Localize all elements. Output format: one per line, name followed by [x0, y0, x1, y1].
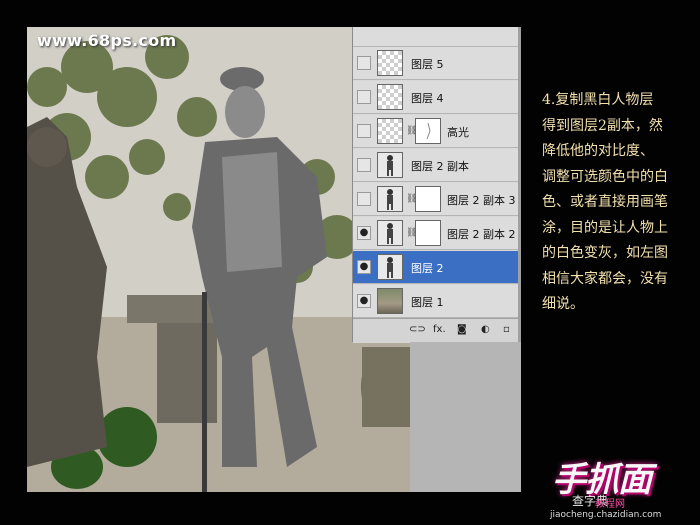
description-line: 涂，目的是让人物上 — [542, 219, 668, 236]
visibility-eye-icon[interactable] — [357, 56, 371, 70]
layer-thumbnail — [377, 50, 403, 76]
new-layer-icon[interactable]: ▫ — [503, 324, 510, 335]
description-line: 得到图层2副本，然 — [542, 117, 663, 134]
layer-name: 图层 1 — [411, 296, 444, 309]
layer-mask-thumbnail[interactable] — [415, 118, 441, 144]
link-icon[interactable]: ⊂⊃ — [409, 324, 426, 335]
visibility-eye-icon[interactable]: ● — [357, 260, 371, 274]
visibility-eye-icon[interactable]: ● — [357, 226, 371, 240]
layer-name: 高光 — [447, 126, 469, 139]
visibility-eye-icon[interactable] — [357, 192, 371, 206]
tutorial-description: 4.复制黑白人物层 得到图层2副本，然 降低他的对比度、 调整可选颜色中的白 色、或者直… — [542, 88, 694, 318]
layer-name: 图层 2 副本 2 — [447, 228, 516, 241]
layer-row[interactable]: ⛓ 高光 — [353, 115, 519, 148]
layer-name: 图层 4 — [411, 92, 444, 105]
layer-thumbnail — [377, 84, 403, 110]
visibility-eye-icon[interactable] — [357, 124, 371, 138]
layer-row[interactable]: 图层 5 — [353, 47, 519, 80]
layer-thumbnail — [377, 152, 403, 178]
layer-mask-thumbnail[interactable] — [415, 186, 441, 212]
layer-row[interactable]: 图层 2 副本 — [353, 149, 519, 182]
description-line: 调整可选颜色中的白 — [542, 168, 668, 185]
layer-row[interactable]: ⛓ 图层 2 副本 3 — [353, 183, 519, 216]
description-line: 色、或者直接用画笔 — [542, 194, 668, 210]
layer-name: 图层 2 副本 3 — [447, 194, 516, 207]
description-line: 降低他的对比度、 — [542, 143, 654, 159]
layer-thumbnail — [377, 220, 403, 246]
layer-thumbnail — [377, 288, 403, 314]
description-line: 的白色变灰，如左图 — [542, 245, 668, 261]
logo-url: jiaocheng.chazidian.com — [550, 510, 662, 520]
layer-name: 图层 5 — [411, 58, 444, 71]
visibility-eye-icon[interactable]: ● — [357, 294, 371, 308]
layer-name: 图层 2 副本 — [411, 160, 469, 173]
layer-row[interactable]: ● ⛓ 图层 2 副本 2 — [353, 217, 519, 250]
logo-subtitle-2: 教程网 — [595, 499, 625, 510]
adjustment-icon[interactable]: ◐ — [481, 324, 490, 335]
layer-thumbnail — [377, 186, 403, 212]
layer-row-partial[interactable] — [353, 27, 519, 47]
description-line: 细说。 — [542, 296, 584, 312]
layer-row[interactable]: ● 图层 1 — [353, 285, 519, 318]
layers-panel-footer: ⊂⊃ fx. ◙ ◐ ▫ — [353, 318, 519, 343]
workspace-background — [410, 342, 521, 492]
fx-button[interactable]: fx. — [433, 324, 446, 335]
layer-row[interactable]: 图层 4 — [353, 81, 519, 114]
description-line: 相信大家都会，没有 — [542, 270, 668, 287]
layer-thumbnail — [377, 118, 403, 144]
layer-row[interactable]: ● 图层 2 — [353, 251, 519, 284]
layer-thumbnail — [377, 254, 403, 280]
panel-scrollbar[interactable] — [518, 27, 521, 342]
visibility-eye-icon[interactable] — [357, 158, 371, 172]
visibility-eye-icon[interactable] — [357, 90, 371, 104]
layers-panel: 图层 5 图层 4 ⛓ 高光 图层 2 副本 ⛓ 图层 2 副本 3 ● ⛓ 图层 2 副本 2 ●… — [352, 27, 519, 343]
description-line: 4.复制黑白人物层 — [542, 92, 654, 108]
watermark-text: www.68ps.com — [37, 31, 177, 50]
layer-name: 图层 2 — [411, 262, 444, 275]
mask-icon[interactable]: ◙ — [457, 324, 467, 335]
layer-mask-thumbnail[interactable] — [415, 220, 441, 246]
